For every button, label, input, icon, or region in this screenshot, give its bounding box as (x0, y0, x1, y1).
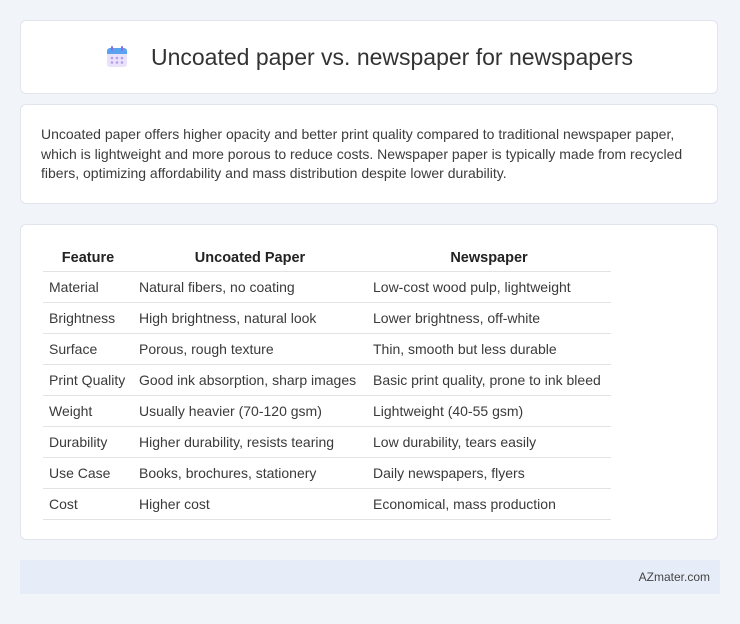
feature-cell: Durability (43, 426, 133, 458)
comparison-table-card: Feature Uncoated Paper Newspaper Materia… (20, 224, 718, 540)
comparison-table: Feature Uncoated Paper Newspaper Materia… (43, 245, 611, 520)
uncoated-paper-cell: Good ink absorption, sharp images (133, 364, 367, 396)
table-row: Brightness High brightness, natural look… (43, 302, 611, 334)
newspaper-cell: Daily newspapers, flyers (367, 457, 611, 489)
table-row: Print Quality Good ink absorption, sharp… (43, 364, 611, 396)
newspaper-cell: Low durability, tears easily (367, 426, 611, 458)
newspaper-cell: Low-cost wood pulp, lightweight (367, 271, 611, 303)
uncoated-paper-cell: Usually heavier (70-120 gsm) (133, 395, 367, 427)
feature-cell: Material (43, 271, 133, 303)
uncoated-paper-cell: Porous, rough texture (133, 333, 367, 365)
uncoated-paper-cell: Natural fibers, no coating (133, 271, 367, 303)
feature-cell: Cost (43, 488, 133, 520)
feature-cell: Print Quality (43, 364, 133, 396)
table-row: Durability Higher durability, resists te… (43, 426, 611, 458)
title-card: Uncoated paper vs. newspaper for newspap… (20, 20, 718, 94)
description-card: Uncoated paper offers higher opacity and… (20, 104, 718, 204)
feature-cell: Surface (43, 333, 133, 365)
newspaper-cell: Lower brightness, off-white (367, 302, 611, 334)
footer-site-name: AZmater.com (638, 570, 710, 584)
table-row: Cost Higher cost Economical, mass produc… (43, 488, 611, 520)
uncoated-paper-cell: Higher cost (133, 488, 367, 520)
description-text: Uncoated paper offers higher opacity and… (41, 126, 683, 181)
newspaper-cell: Basic print quality, prone to ink bleed (367, 364, 611, 396)
table-row: Weight Usually heavier (70-120 gsm) Ligh… (43, 395, 611, 427)
table-row: Surface Porous, rough texture Thin, smoo… (43, 333, 611, 365)
feature-cell: Weight (43, 395, 133, 427)
table-header-row: Feature Uncoated Paper Newspaper (43, 245, 611, 272)
uncoated-paper-cell: High brightness, natural look (133, 302, 367, 334)
newspaper-cell: Lightweight (40-55 gsm) (367, 395, 611, 427)
feature-cell: Use Case (43, 457, 133, 489)
newspaper-cell: Economical, mass production (367, 488, 611, 520)
feature-cell: Brightness (43, 302, 133, 334)
uncoated-paper-cell: Higher durability, resists tearing (133, 426, 367, 458)
column-header-newspaper: Newspaper (367, 245, 611, 272)
page-title: Uncoated paper vs. newspaper for newspap… (150, 43, 633, 70)
uncoated-paper-cell: Books, brochures, stationery (133, 457, 367, 489)
calendar-icon (105, 45, 129, 69)
footer-bar: AZmater.com (20, 560, 720, 594)
column-header-uncoated-paper: Uncoated Paper (133, 245, 367, 272)
table-row: Material Natural fibers, no coating Low-… (43, 271, 611, 303)
newspaper-cell: Thin, smooth but less durable (367, 333, 611, 365)
column-header-feature: Feature (43, 245, 133, 272)
table-row: Use Case Books, brochures, stationery Da… (43, 457, 611, 489)
